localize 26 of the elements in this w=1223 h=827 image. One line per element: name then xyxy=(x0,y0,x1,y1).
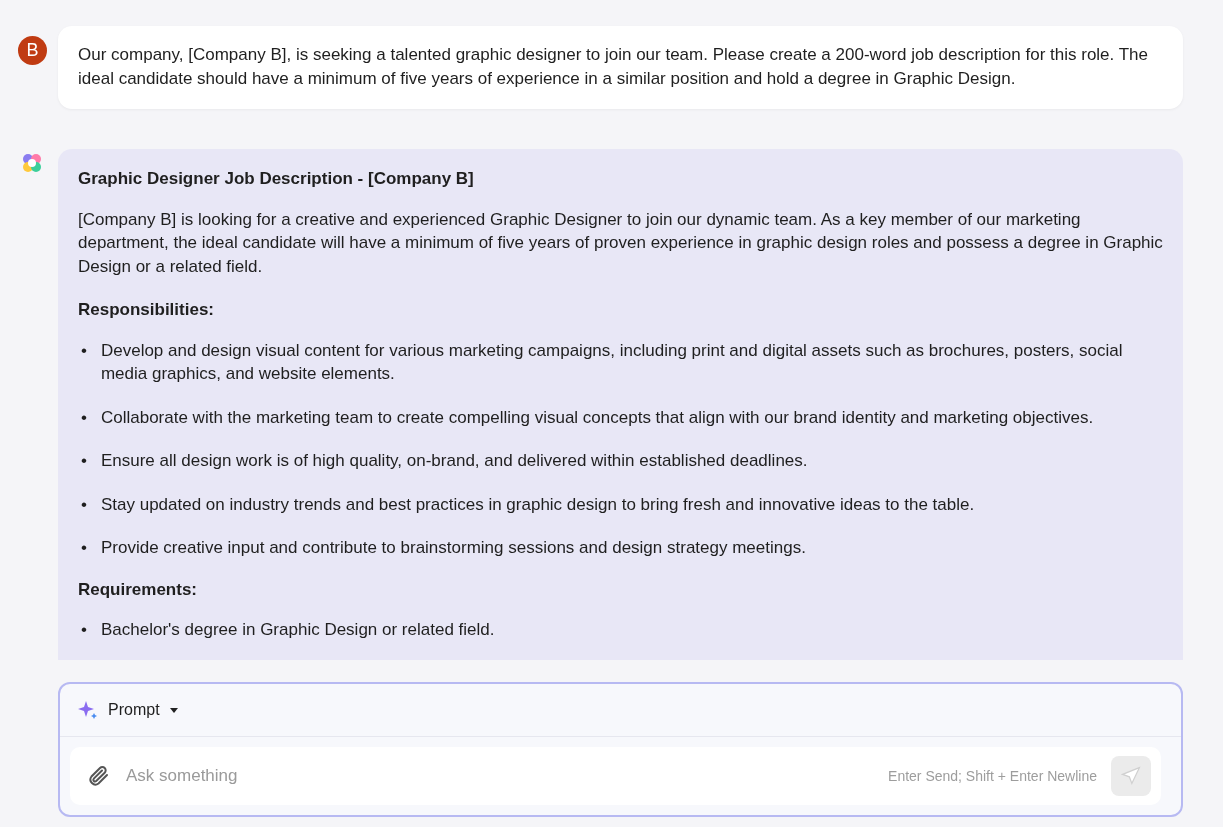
assistant-logo-icon xyxy=(21,152,43,174)
bullet-marker: • xyxy=(81,339,87,362)
bullet-marker: • xyxy=(81,406,87,429)
bullet-item: Bachelor's degree in Graphic Design or related field. xyxy=(100,619,496,641)
section-heading: Requirements: xyxy=(78,578,199,601)
bullet-marker: • xyxy=(81,537,87,559)
bullet-marker: • xyxy=(81,619,87,641)
section-heading: Responsibilities: xyxy=(78,299,216,321)
sparkle-icon xyxy=(78,700,98,720)
bullet-marker: • xyxy=(81,450,87,472)
attach-icon[interactable] xyxy=(86,764,110,788)
bullet-item: Stay updated on industry trends and best practices in graphic design to bring fresh and innovative ideas to the table. xyxy=(100,493,976,516)
message-input[interactable]: Ask something xyxy=(124,765,875,787)
bullet-item: Develop and design visual content for various marketing campaigns, including print and digital assets such as brochures, posters, social media graphics, and website elements. xyxy=(100,339,1124,385)
bullet-item: Collaborate with the marketing team to create compelling visual concepts that align with our brand identity and marketing objectives. xyxy=(100,406,1095,429)
prompt-mode-button[interactable]: Prompt xyxy=(78,700,178,720)
caret-icon xyxy=(169,707,178,713)
section-heading: Graphic Designer Job Description - [Company B] xyxy=(78,168,475,190)
user-message: Our company, [Company B], is seeking a talented graphic designer to join our team. Please create a 200-word job description for this role. The ideal candidate should have a minimum of five years of experience in a similar position and hold a degree in Graphic Design. xyxy=(58,26,1183,109)
user-avatar: B xyxy=(18,36,47,65)
bullet-item: Ensure all design work is of high quality, on-brand, and delivered within established deadlines. xyxy=(100,450,809,472)
paragraph: [Company B] is looking for a creative and experienced Graphic Designer to join our dynamic team. As a key member of our marketing department, the ideal candidate will have a minimum of five years of proven experience in graphic design roles and possess a degree in Graphic Design or a related field. xyxy=(78,208,1163,278)
bullet-marker: • xyxy=(81,493,87,516)
shortcut-hint: Enter Send; Shift + Enter Newline xyxy=(888,768,1097,784)
send-icon xyxy=(1121,766,1141,786)
bullet-item: Provide creative input and contribute to brainstorming sessions and design strategy meetings. xyxy=(100,537,807,559)
